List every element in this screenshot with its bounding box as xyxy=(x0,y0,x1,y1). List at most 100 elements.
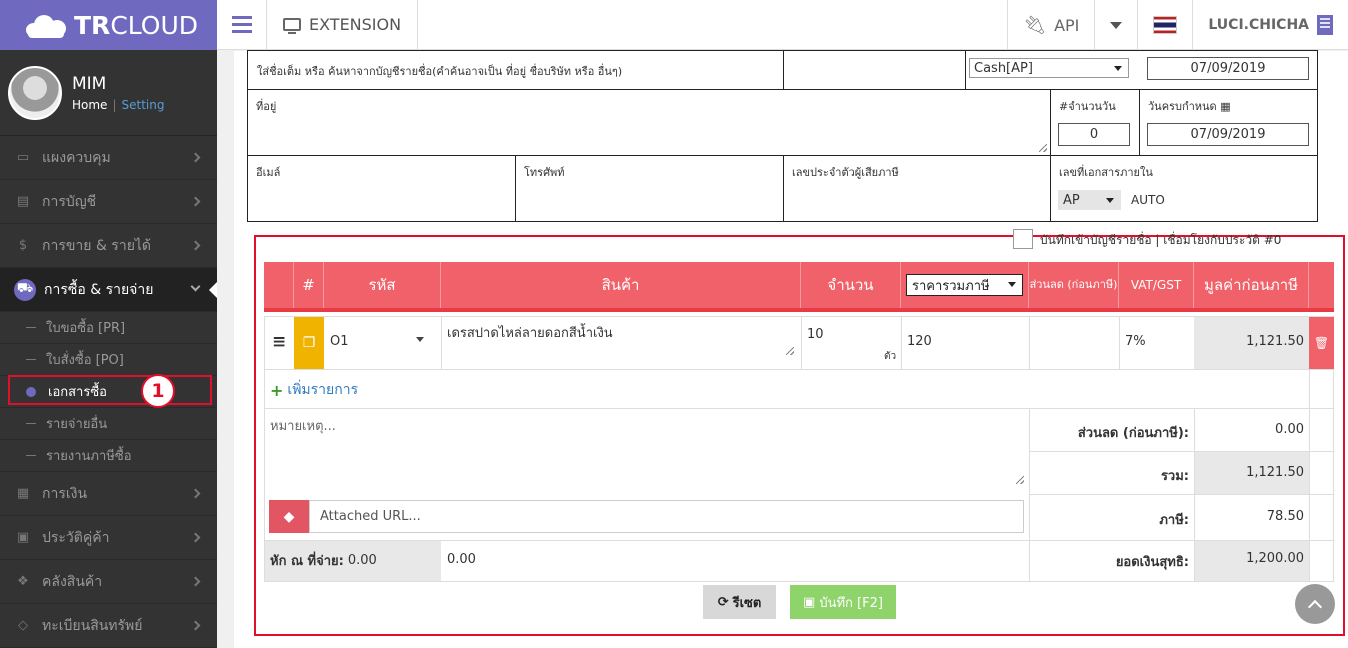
caret-down-icon xyxy=(1008,282,1016,287)
internal-doc-label: เลขที่เอกสารภายใน xyxy=(1059,166,1153,179)
header-quantity: จำนวน xyxy=(801,262,901,308)
items-table-header: # รหัส สินค้า จำนวน ราคารวมภาษี ส่วนลด (… xyxy=(264,262,1334,312)
app-logo[interactable]: TRCLOUD xyxy=(0,0,217,50)
document-date-input[interactable]: 07/09/2019 xyxy=(1147,57,1309,80)
note-textarea[interactable]: หมายเหตุ... xyxy=(265,409,1027,487)
contact-search-input[interactable]: ใส่ชื่อเต็ม หรือ ค้นหาจากบัญชีรายชื่อ(คำ… xyxy=(257,62,622,80)
resize-handle[interactable] xyxy=(786,347,794,355)
item-quantity[interactable]: 10 xyxy=(807,327,824,342)
subitem-label: รายงานภาษีซื้อ xyxy=(46,449,132,464)
sidebar-item-label: ทะเบียนสินทรัพย์ xyxy=(42,617,143,634)
user-profile: MIM Home | Setting xyxy=(0,50,217,136)
subitem-label: ใบขอซื้อ [PR] xyxy=(46,321,126,336)
days-input[interactable]: 0 xyxy=(1058,123,1130,146)
menu-toggle-icon[interactable] xyxy=(217,0,267,50)
subitem-purchase-request[interactable]: ใบขอซื้อ [PR] xyxy=(0,312,217,344)
copy-icon[interactable]: ❐ xyxy=(294,317,324,369)
contact-search-cell[interactable]: ใส่ชื่อเต็ม หรือ ค้นหาจากบัญชีรายชื่อ(คำ… xyxy=(247,50,784,90)
scroll-top-button[interactable] xyxy=(1295,584,1335,624)
trash-icon[interactable]: 🗑︎ xyxy=(1309,317,1334,369)
setting-link[interactable]: Setting xyxy=(121,98,164,112)
sidebar-item-dashboard[interactable]: ▭ แผงควบคุม xyxy=(0,136,217,180)
price-mode-select[interactable]: ราคารวมภาษี xyxy=(906,274,1023,296)
header-discount: ส่วนลด (ก่อนภาษี) xyxy=(1029,262,1119,308)
reset-button[interactable]: ⟳ รีเซต xyxy=(703,585,776,619)
dropdown-button[interactable] xyxy=(1094,0,1137,50)
header-drag xyxy=(264,262,294,308)
api-button[interactable]: 🔌︎ API xyxy=(1007,0,1094,50)
calendar-icon: ▦ xyxy=(1220,100,1231,113)
note-placeholder: หมายเหตุ... xyxy=(270,419,336,434)
gem-icon: ◇ xyxy=(18,618,28,633)
resize-handle[interactable] xyxy=(1016,476,1024,484)
plug-icon: 🔌︎ xyxy=(1023,14,1047,36)
sidebar-item-finance[interactable]: ▦ การเงิน xyxy=(0,472,217,516)
subitem-purchase-tax-report[interactable]: รายงานภาษีซื้อ xyxy=(0,440,217,472)
sidebar-item-label: การบัญชี xyxy=(42,193,97,210)
save-contact-label: บันทึกเข้าบัญชีรายชื่อ | เชื่อมโยงกับประ… xyxy=(1040,233,1282,247)
subitem-purchase-order[interactable]: ใบสั่งซื้อ [PO] xyxy=(0,344,217,376)
address-cell[interactable]: ที่อยู่ xyxy=(247,89,1051,156)
attached-url-input[interactable]: Attached URL... xyxy=(309,500,1024,533)
sidebar: TRCLOUD MIM Home | Setting ▭ แผงควบคุม ▤ ก… xyxy=(0,0,217,648)
total-label: รวม: xyxy=(1160,469,1189,484)
phone-cell[interactable]: โทรศัพท์ xyxy=(515,155,784,222)
discount-label: ส่วนลด (ก่อนภาษี): xyxy=(1077,426,1189,441)
total-value: 1,121.50 xyxy=(1246,465,1304,480)
caret-down-icon xyxy=(1110,21,1123,29)
add-item-label: เพิ่มรายการ xyxy=(287,382,359,398)
reset-label: รีเซต xyxy=(732,595,762,611)
monitor-icon: ▭ xyxy=(16,150,30,165)
due-date-input[interactable]: 07/09/2019 xyxy=(1147,123,1309,146)
header-code: รหัส xyxy=(324,262,441,308)
withholding-value[interactable]: 0.00 xyxy=(447,552,476,567)
sidebar-item-sales[interactable]: $ การขาย & รายได้ xyxy=(0,224,217,268)
tax-id-label: เลขประจำตัวผู้เสียภาษี xyxy=(792,166,899,179)
chevron-icon xyxy=(190,488,201,499)
sidebar-item-accounting[interactable]: ▤ การบัญชี xyxy=(0,180,217,224)
tax-id-cell[interactable]: เลขประจำตัวผู้เสียภาษี xyxy=(783,155,1051,222)
resize-handle[interactable] xyxy=(1039,144,1047,152)
email-cell[interactable]: อีเมล์ xyxy=(247,155,516,222)
discount-value: 0.00 xyxy=(1275,422,1304,437)
chevron-icon xyxy=(190,576,201,587)
code-caret-icon[interactable] xyxy=(416,337,424,342)
internal-prefix-value: AP xyxy=(1063,192,1080,208)
avatar[interactable] xyxy=(8,65,62,120)
item-vat[interactable]: 7% xyxy=(1125,334,1146,349)
callout-number: 1 xyxy=(141,374,175,408)
item-price[interactable]: 120 xyxy=(907,334,932,349)
save-contact-checkbox[interactable] xyxy=(1013,229,1033,249)
item-code[interactable]: O1 xyxy=(330,334,349,349)
add-item-link[interactable]: + เพิ่มรายการ xyxy=(270,379,358,401)
user-menu[interactable]: LUCI.CHICHA xyxy=(1192,0,1348,50)
chevron-icon xyxy=(190,152,201,163)
price-mode-value: ราคารวมภาษี xyxy=(912,278,990,294)
building-icon xyxy=(1317,15,1333,35)
drag-handle-icon[interactable]: ≡ xyxy=(272,332,286,352)
chevron-icon xyxy=(190,196,201,207)
language-flag[interactable] xyxy=(1137,0,1192,50)
book-icon: ▤ xyxy=(16,194,30,209)
sidebar-item-contacts[interactable]: ▣ ประวัติคู่ค้า xyxy=(0,516,217,560)
header-price: ราคารวมภาษี xyxy=(901,262,1029,308)
extension-button[interactable]: EXTENSION xyxy=(267,0,419,50)
withholding-label: หัก ณ ที่จ่าย: xyxy=(270,554,344,569)
attached-url-placeholder: Attached URL... xyxy=(320,509,421,524)
account-select-value: Cash[AP] xyxy=(974,60,1033,76)
internal-prefix-select[interactable]: AP xyxy=(1058,190,1121,210)
sidebar-item-assets[interactable]: ◇ ทะเบียนสินทรัพย์ xyxy=(0,604,217,648)
topbar: EXTENSION 🔌︎ API LUCI.CHICHA xyxy=(217,0,1348,50)
sidebar-item-inventory[interactable]: ❖ คลังสินค้า xyxy=(0,560,217,604)
tax-value: 78.50 xyxy=(1266,509,1304,524)
sidebar-item-label: การขาย & รายได้ xyxy=(42,237,152,254)
save-button[interactable]: ▣ บันทึก [F2] xyxy=(790,585,896,619)
item-product[interactable]: เดรสปาดไหล่ลายดอกสีน้ำเงิน xyxy=(447,322,613,343)
subitem-other-expense[interactable]: รายจ่ายอื่น xyxy=(0,408,217,440)
dropbox-icon[interactable]: ◆ xyxy=(269,500,309,533)
due-date-label: วันครบกำหนด xyxy=(1148,100,1217,113)
sidebar-item-purchases[interactable]: ⛟ การซื้อ & รายจ่าย xyxy=(0,268,217,312)
account-select[interactable]: Cash[AP] xyxy=(969,58,1129,78)
tax-label: ภาษี: xyxy=(1159,513,1189,528)
home-link[interactable]: Home xyxy=(72,98,107,112)
